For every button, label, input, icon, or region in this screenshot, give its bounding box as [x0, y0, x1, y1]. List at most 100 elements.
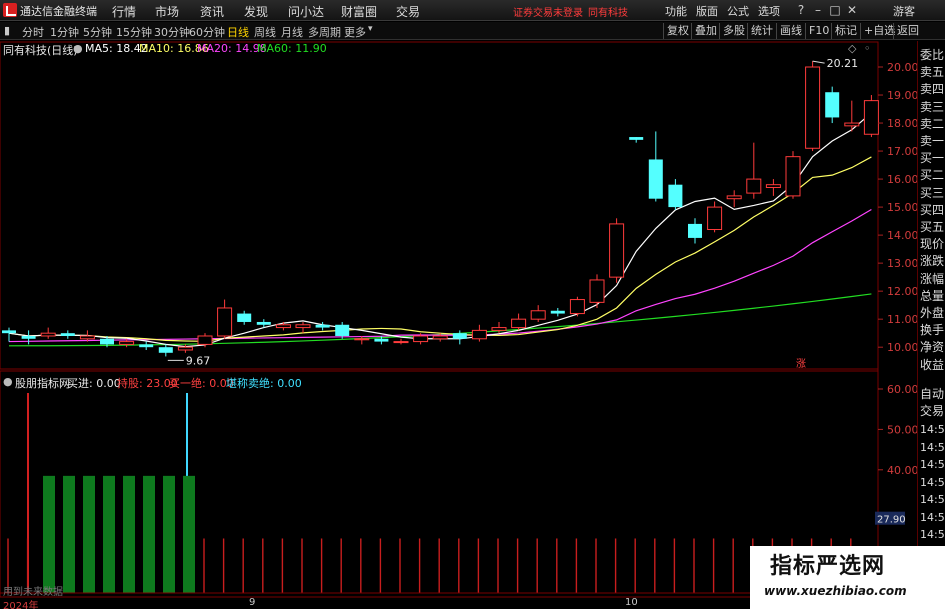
- menu-options[interactable]: 选项: [758, 3, 780, 19]
- menu-item-trade[interactable]: 交易: [396, 3, 420, 20]
- candle-body-up: [746, 178, 762, 194]
- candle-body-up: [432, 335, 448, 340]
- tab-more[interactable]: 更多: [344, 24, 366, 40]
- menu-item-quotes[interactable]: 行情: [112, 3, 136, 20]
- candle-body-up: [491, 327, 507, 331]
- side-time: 14:56: [920, 528, 945, 541]
- candle-body-down: [668, 184, 683, 208]
- app-title: 通达信金融终端: [20, 5, 97, 18]
- tab-1min[interactable]: 1分钟: [50, 24, 79, 40]
- tab-intraday[interactable]: 分时: [22, 24, 44, 40]
- side-item: 外盘: [920, 306, 945, 320]
- menu-item-discover[interactable]: 发现: [244, 3, 268, 20]
- legend-collapse-icon[interactable]: ●: [73, 42, 83, 55]
- indicator-buy: 买进: 0.00: [67, 377, 121, 390]
- tab-multi-period[interactable]: 多周期: [308, 24, 341, 40]
- side-time: 14:56: [920, 458, 945, 471]
- ind-tick-label: 60.00: [887, 383, 917, 396]
- candle-body-down: [158, 347, 173, 353]
- tab-daily[interactable]: 日线: [227, 24, 249, 40]
- tab-60min[interactable]: 60分钟: [189, 24, 225, 40]
- x-label-sep: 9: [249, 597, 256, 608]
- candle-body-up: [844, 122, 860, 127]
- button-overlay[interactable]: 叠加: [691, 23, 720, 39]
- side-lower-item[interactable]: 交易: [920, 402, 944, 419]
- button-fuquan[interactable]: 复权: [663, 23, 692, 39]
- side-item: 总量: [920, 288, 945, 303]
- tab-30min[interactable]: 30分钟: [154, 24, 190, 40]
- candle-body-up: [511, 318, 527, 329]
- candle-body-up: [609, 223, 625, 278]
- button-stats[interactable]: 统计: [747, 23, 776, 39]
- guest-label[interactable]: 游客: [893, 3, 915, 19]
- current-value-label: 27.90: [877, 515, 906, 526]
- price-panel-frame: [0, 41, 879, 370]
- button-back[interactable]: 返回: [893, 23, 922, 39]
- candle-body-down: [452, 333, 467, 339]
- candle-body-up: [413, 335, 429, 343]
- close-icon[interactable]: ✕: [845, 3, 859, 17]
- tab-15min[interactable]: 15分钟: [116, 24, 152, 40]
- candle-body-down: [688, 223, 702, 238]
- candle-body-up: [707, 206, 723, 231]
- candle-body-up: [863, 100, 879, 135]
- ma10-line: [8, 156, 872, 342]
- diamond-icon[interactable]: ◇: [848, 42, 856, 55]
- side-time: 14:56: [920, 440, 945, 454]
- ind-tick-label: 40.00: [887, 464, 917, 477]
- candle-body-up: [805, 66, 821, 149]
- side-lower-item[interactable]: 自动: [920, 385, 944, 402]
- period-toolbar: ▮ 分时 1分钟 5分钟 15分钟 30分钟 60分钟 日线 周线 月线 多周期…: [0, 22, 945, 40]
- candle-body-up: [726, 195, 742, 200]
- ind-green-bar: [163, 475, 175, 593]
- ma20-line: [8, 208, 872, 343]
- button-multi-stock[interactable]: 多股: [719, 23, 748, 39]
- indicator-name: 股朋指标网: [15, 377, 70, 390]
- button-draw[interactable]: 画线: [776, 23, 805, 39]
- menu-item-assistant[interactable]: 问小达: [288, 3, 324, 20]
- menu-item-wealth[interactable]: 财富圈: [341, 3, 377, 20]
- button-mark[interactable]: 标记: [831, 23, 860, 39]
- indicator-sell-two: 堪称卖绝: 0.00: [226, 377, 302, 390]
- help-icon[interactable]: ?: [794, 3, 808, 17]
- side-item: 卖五: [920, 65, 945, 80]
- side-time: 14:56: [920, 510, 945, 524]
- menu-item-news[interactable]: 资讯: [200, 3, 224, 20]
- x-label-year: 2024年: [3, 601, 39, 609]
- candle-body-up: [40, 332, 56, 337]
- price-tick-label: 15.00: [887, 201, 917, 214]
- candle-body-up: [589, 279, 605, 303]
- candle-body-down: [550, 310, 565, 314]
- menu-formula[interactable]: 公式: [727, 3, 749, 19]
- ind-tick-label: 50.00: [887, 423, 917, 436]
- price-tick-label: 14.00: [887, 229, 917, 242]
- indicator-collapse-icon[interactable]: ●: [3, 375, 13, 388]
- tab-monthly[interactable]: 月线: [281, 24, 303, 40]
- candle-body-down: [256, 321, 271, 325]
- settings-dot-icon[interactable]: ◦: [864, 42, 871, 55]
- future-data-note: 用到未来数据: [3, 587, 63, 598]
- price-axis: 20.00 19.00 18.00 17.00 16.00 15.00 14.00 13.00…: [167, 57, 917, 370]
- button-f10[interactable]: F10: [805, 23, 832, 39]
- price-tick-label: 17.00: [887, 145, 917, 158]
- candle-body-up: [197, 335, 213, 345]
- more-chevron-icon[interactable]: ▾: [368, 24, 373, 34]
- price-tick-label: 16.00: [887, 173, 917, 186]
- tab-weekly[interactable]: 周线: [254, 24, 276, 40]
- ma5-line: [8, 112, 872, 348]
- side-item: 现价: [920, 237, 945, 252]
- candle-body-down: [21, 335, 36, 339]
- kline-chart[interactable]: 60.00 50.00 40.00 20.00 27.90 20.00 19.00 18.0…: [0, 41, 917, 609]
- login-warning[interactable]: 证券交易未登录: [513, 4, 583, 19]
- candle-body-up: [177, 346, 193, 351]
- minimize-icon[interactable]: –: [811, 3, 825, 17]
- watermark: 指标严选网 www.xuezhibiao.com: [750, 546, 945, 609]
- menu-item-market[interactable]: 市场: [155, 3, 179, 20]
- menu-function[interactable]: 功能: [665, 3, 687, 19]
- side-item: 买四: [920, 202, 945, 217]
- side-item: 卖一: [920, 134, 945, 148]
- menu-layout[interactable]: 版面: [696, 3, 718, 19]
- x-label-oct: 10: [625, 597, 638, 608]
- maximize-icon[interactable]: □: [828, 3, 842, 17]
- tab-5min[interactable]: 5分钟: [83, 24, 112, 40]
